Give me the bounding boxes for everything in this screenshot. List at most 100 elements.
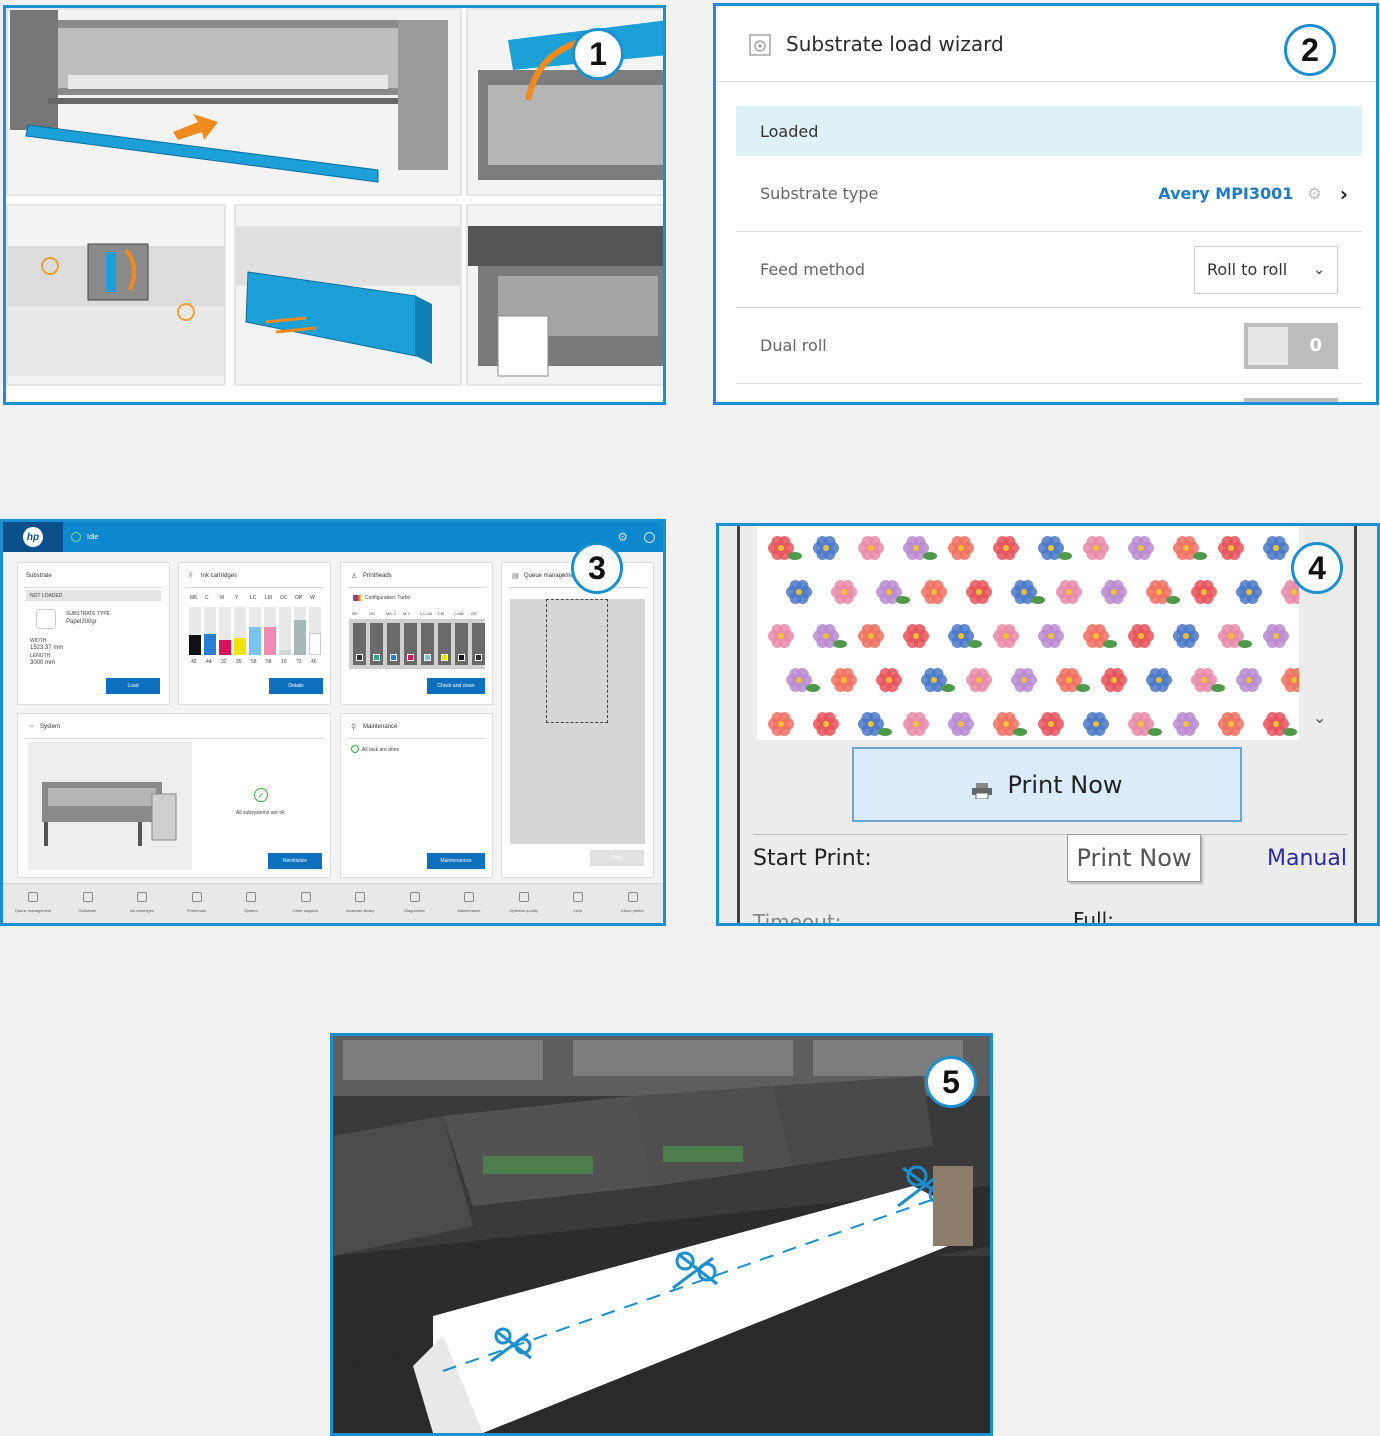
- nav-item[interactable]: System: [223, 892, 279, 913]
- chevron-right-icon[interactable]: ›: [1340, 182, 1348, 206]
- printhead-color-marker: [356, 654, 363, 661]
- gear-icon[interactable]: ⚙: [1307, 184, 1321, 203]
- ink-level-value: 46: [311, 659, 317, 665]
- nav-item[interactable]: Ink cartridges: [114, 892, 170, 913]
- nav-label: Maintenance: [457, 908, 481, 913]
- ink-level-fill: [234, 638, 246, 655]
- nav-icon: [300, 892, 311, 902]
- printhead-slot[interactable]: [455, 623, 468, 665]
- printhead-slot[interactable]: [404, 623, 417, 665]
- flower-motif: [1083, 623, 1117, 649]
- reinitialize-button[interactable]: Reinitialize: [268, 853, 322, 869]
- queue-icon: ▤: [512, 573, 519, 580]
- dual-roll-toggle[interactable]: 0: [1244, 322, 1338, 369]
- panel-right-border: [1354, 526, 1357, 923]
- ink-channel-label: C: [205, 595, 209, 601]
- nav-item[interactable]: Diagnostics: [387, 892, 443, 913]
- nav-item[interactable]: Optimize quality: [496, 892, 552, 913]
- system-message: All subsystems are ok: [236, 810, 285, 816]
- ink-level-bar[interactable]: [309, 607, 321, 655]
- ink-level-bar[interactable]: [234, 607, 246, 655]
- ink-level-fill: [219, 639, 231, 655]
- ink-level-fill: [264, 627, 276, 655]
- flower-motif: [1281, 667, 1307, 693]
- nav-item[interactable]: Maintenance: [441, 892, 497, 913]
- printer-icon: [971, 777, 993, 799]
- printhead-color-marker: [407, 654, 414, 661]
- user-icon[interactable]: [644, 531, 655, 543]
- printhead-slot[interactable]: [438, 623, 451, 665]
- flower-motif: [1146, 667, 1172, 693]
- printhead-slot[interactable]: [472, 623, 485, 665]
- printhead-slot[interactable]: [353, 623, 366, 665]
- printer-status: Idle: [87, 533, 99, 541]
- flower-motif: [903, 711, 929, 737]
- ink-level-bar[interactable]: [219, 607, 231, 655]
- ink-level-fill: [309, 632, 321, 655]
- substrate-type-row[interactable]: Substrate type Avery MPI3001 ⚙ ›: [736, 156, 1362, 232]
- flower-motif: [1101, 579, 1127, 605]
- step-lever: [6, 204, 226, 386]
- printhead-color-marker: [441, 654, 448, 661]
- nav-item[interactable]: Other supplies: [278, 892, 334, 913]
- check-and-clean-button[interactable]: Check and clean: [427, 678, 485, 694]
- printhead-slot[interactable]: [421, 623, 434, 665]
- printhead-slot-label: MK-C: [386, 611, 397, 616]
- flower-motif: [1263, 535, 1289, 561]
- start-print-tooltip: Print Now: [1067, 834, 1201, 882]
- ink-cartridges-card: Ink cartridges ◊ Details MK 42 C 44 M 32 Y 35 LC…: [178, 562, 331, 705]
- substrate-roll-icon: [748, 31, 772, 57]
- config-color-icon: [353, 595, 361, 601]
- load-status-text: Loaded: [760, 121, 819, 141]
- ink-level-bar[interactable]: [204, 607, 216, 655]
- flower-motif: [786, 667, 820, 693]
- start-print-mode-link[interactable]: Manual: [1267, 846, 1347, 871]
- printhead-slot[interactable]: [370, 623, 383, 665]
- ink-drop-icon: ◊: [189, 572, 193, 579]
- chevron-down-icon[interactable]: ⌄: [1313, 708, 1326, 727]
- nav-item[interactable]: Printheads: [169, 892, 225, 913]
- substrate-type-caption: SUBSTRATE TYPE: [66, 611, 110, 617]
- nav-item[interactable]: About printer: [605, 892, 661, 913]
- flower-motif: [1218, 623, 1252, 649]
- nav-item[interactable]: Queue management: [5, 892, 61, 913]
- print-now-button[interactable]: Print Now: [852, 747, 1242, 822]
- flower-motif: [858, 711, 892, 737]
- maintenances-button[interactable]: Maintenances: [427, 853, 485, 869]
- ink-level-bar[interactable]: [279, 607, 291, 655]
- ink-level-bar[interactable]: [294, 607, 306, 655]
- printhead-slot-label: OC: [369, 611, 375, 616]
- substrate-type-value[interactable]: Avery MPI3001: [1158, 184, 1293, 203]
- feed-method-select[interactable]: Roll to roll ⌄: [1194, 245, 1338, 294]
- nav-item[interactable]: Substrate: [60, 892, 116, 913]
- system-card: ⇔ System ✓ All subsystems are ok Reiniti…: [17, 713, 331, 878]
- print-button[interactable]: Print: [590, 850, 644, 866]
- queue-preview-area: [510, 599, 645, 844]
- flower-motif: [903, 535, 937, 561]
- flower-motif: [768, 711, 794, 737]
- ink-level-bar[interactable]: [264, 607, 276, 655]
- printhead-color-marker: [373, 654, 380, 661]
- nav-label: Other supplies: [292, 908, 319, 913]
- nav-item[interactable]: Help: [550, 892, 606, 913]
- flower-motif: [831, 667, 857, 693]
- ink-level-bar[interactable]: [189, 607, 201, 655]
- ink-channel-label: OC: [280, 595, 288, 601]
- start-print-label: Start Print:: [753, 846, 872, 871]
- ink-card-title: Ink cartridges: [201, 573, 238, 579]
- nav-icon: [137, 892, 147, 902]
- flower-motif: [1038, 535, 1072, 561]
- ink-channel-label: LC: [250, 595, 257, 601]
- ink-level-value: 58: [251, 659, 257, 665]
- printhead-color-marker: [475, 654, 482, 661]
- details-button[interactable]: Details: [269, 678, 323, 694]
- flower-motif: [966, 579, 992, 605]
- settings-icon[interactable]: ⚙: [617, 530, 628, 544]
- printhead-slot[interactable]: [387, 623, 400, 665]
- nav-label: About printer: [621, 908, 644, 913]
- divider: [753, 834, 1347, 835]
- feed-method-label: Feed method: [760, 260, 866, 279]
- nav-item[interactable]: Substrate library: [332, 892, 388, 913]
- load-button[interactable]: Load: [106, 678, 160, 694]
- ink-level-bar[interactable]: [249, 607, 261, 655]
